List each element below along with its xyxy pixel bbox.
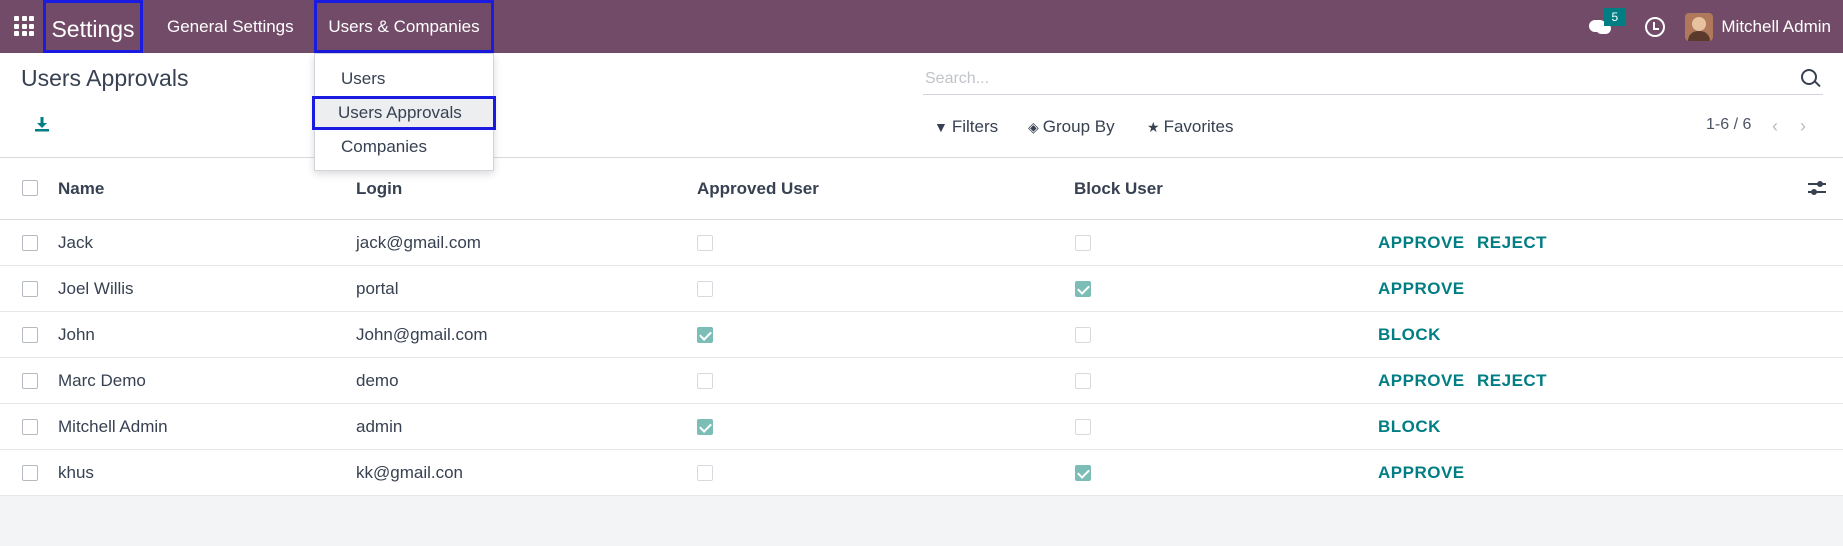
control-panel: Users Approvals ▼ Filters ◈ Group By ★ F…: [0, 53, 1843, 158]
table-header: Name Login Approved User Block User: [0, 158, 1843, 220]
pager-value[interactable]: 1-6 / 6: [1706, 116, 1751, 134]
row-select-checkbox[interactable]: [22, 235, 38, 251]
row-select-checkbox[interactable]: [22, 327, 38, 343]
approved-user-checkbox: [697, 465, 713, 481]
messages-icon[interactable]: 5: [1589, 7, 1626, 37]
users-companies-dropdown: Users Users Approvals Companies: [312, 53, 496, 171]
column-header-name[interactable]: Name: [58, 179, 104, 199]
cell-name: Jack: [58, 233, 93, 252]
column-header-approved-user[interactable]: Approved User: [697, 179, 819, 199]
block-user-checkbox: [1075, 419, 1091, 435]
approved-user-checkbox: [697, 373, 713, 389]
table-row[interactable]: Mitchell Admin admin BLOCK: [0, 404, 1843, 450]
table-row[interactable]: John John@gmail.com BLOCK: [0, 312, 1843, 358]
app-brand[interactable]: Settings: [43, 0, 143, 53]
approve-button[interactable]: APPROVE: [1378, 279, 1465, 299]
pager-prev-icon[interactable]: ‹: [1772, 117, 1784, 135]
filters-label: Filters: [951, 117, 999, 136]
favorites-label: Favorites: [1163, 117, 1234, 136]
pager-next-icon[interactable]: ›: [1800, 117, 1812, 135]
groupby-label: Group By: [1042, 117, 1115, 136]
block-user-checkbox: [1075, 373, 1091, 389]
block-button[interactable]: BLOCK: [1378, 417, 1441, 437]
row-select-checkbox[interactable]: [22, 373, 38, 389]
download-icon[interactable]: [34, 116, 50, 132]
block-button[interactable]: BLOCK: [1378, 325, 1441, 345]
users-approvals-list: Name Login Approved User Block User Jack…: [0, 158, 1843, 496]
approved-user-checkbox: [697, 281, 713, 297]
block-user-checkbox: [1075, 281, 1091, 297]
filters-button[interactable]: ▼ Filters: [934, 116, 998, 138]
approved-user-checkbox: [697, 235, 713, 251]
cell-login: demo: [356, 371, 399, 390]
filter-funnel-icon: ▼: [934, 119, 948, 135]
dropdown-item-companies[interactable]: Companies: [315, 130, 493, 164]
table-row[interactable]: Joel Willis portal APPROVE: [0, 266, 1843, 312]
select-all-checkbox[interactable]: [22, 180, 38, 196]
block-user-checkbox: [1075, 465, 1091, 481]
cell-name: Mitchell Admin: [58, 417, 168, 436]
approve-button[interactable]: APPROVE: [1378, 371, 1465, 391]
approve-button[interactable]: APPROVE: [1378, 463, 1465, 483]
star-icon: ★: [1147, 118, 1160, 135]
cell-login: admin: [356, 417, 403, 436]
apps-menu-icon[interactable]: [14, 16, 34, 36]
cell-name: John: [58, 325, 95, 344]
search-icon[interactable]: [1801, 69, 1817, 85]
block-user-checkbox: [1075, 235, 1091, 251]
top-navbar: Settings General Settings Users & Compan…: [0, 0, 1843, 53]
activities-clock-icon[interactable]: [1645, 16, 1666, 37]
search-input[interactable]: [923, 63, 1823, 94]
menu-users-companies[interactable]: Users & Companies: [314, 0, 494, 53]
block-user-checkbox: [1075, 327, 1091, 343]
navbar-systray: 5 Mitchell Admin: [1589, 0, 1843, 53]
reject-button[interactable]: REJECT: [1477, 371, 1547, 391]
dropdown-item-users-approvals[interactable]: Users Approvals: [312, 96, 496, 130]
column-header-login[interactable]: Login: [356, 179, 402, 199]
layers-icon: ◈: [1028, 118, 1039, 135]
cell-name: Marc Demo: [58, 371, 146, 390]
reject-button[interactable]: REJECT: [1477, 233, 1547, 253]
search-bar[interactable]: [923, 63, 1823, 95]
messages-badge: 5: [1604, 7, 1626, 26]
row-select-checkbox[interactable]: [22, 465, 38, 481]
table-row[interactable]: Jack jack@gmail.com APPROVE REJECT: [0, 220, 1843, 266]
cell-login: jack@gmail.com: [356, 233, 481, 252]
favorites-button[interactable]: ★ Favorites: [1147, 116, 1233, 138]
column-header-block-user[interactable]: Block User: [1074, 179, 1163, 199]
approve-button[interactable]: APPROVE: [1378, 233, 1465, 253]
table-row[interactable]: khus kk@gmail.con APPROVE: [0, 450, 1843, 496]
page-title: Users Approvals: [21, 65, 189, 91]
row-select-checkbox[interactable]: [22, 419, 38, 435]
cell-login: John@gmail.com: [356, 325, 488, 344]
approved-user-checkbox: [697, 419, 713, 435]
optional-columns-icon[interactable]: [1808, 180, 1826, 196]
dropdown-item-users[interactable]: Users: [315, 62, 493, 96]
cell-name: khus: [58, 463, 94, 482]
cell-login: kk@gmail.con: [356, 463, 464, 482]
cell-login: portal: [356, 279, 399, 298]
approved-user-checkbox: [697, 327, 713, 343]
cell-name: Joel Willis: [58, 279, 134, 298]
user-avatar[interactable]: [1685, 12, 1714, 41]
groupby-button[interactable]: ◈ Group By: [1028, 116, 1115, 138]
user-name[interactable]: Mitchell Admin: [1721, 17, 1831, 37]
row-select-checkbox[interactable]: [22, 281, 38, 297]
table-row[interactable]: Marc Demo demo APPROVE REJECT: [0, 358, 1843, 404]
menu-general-settings[interactable]: General Settings: [167, 0, 294, 53]
